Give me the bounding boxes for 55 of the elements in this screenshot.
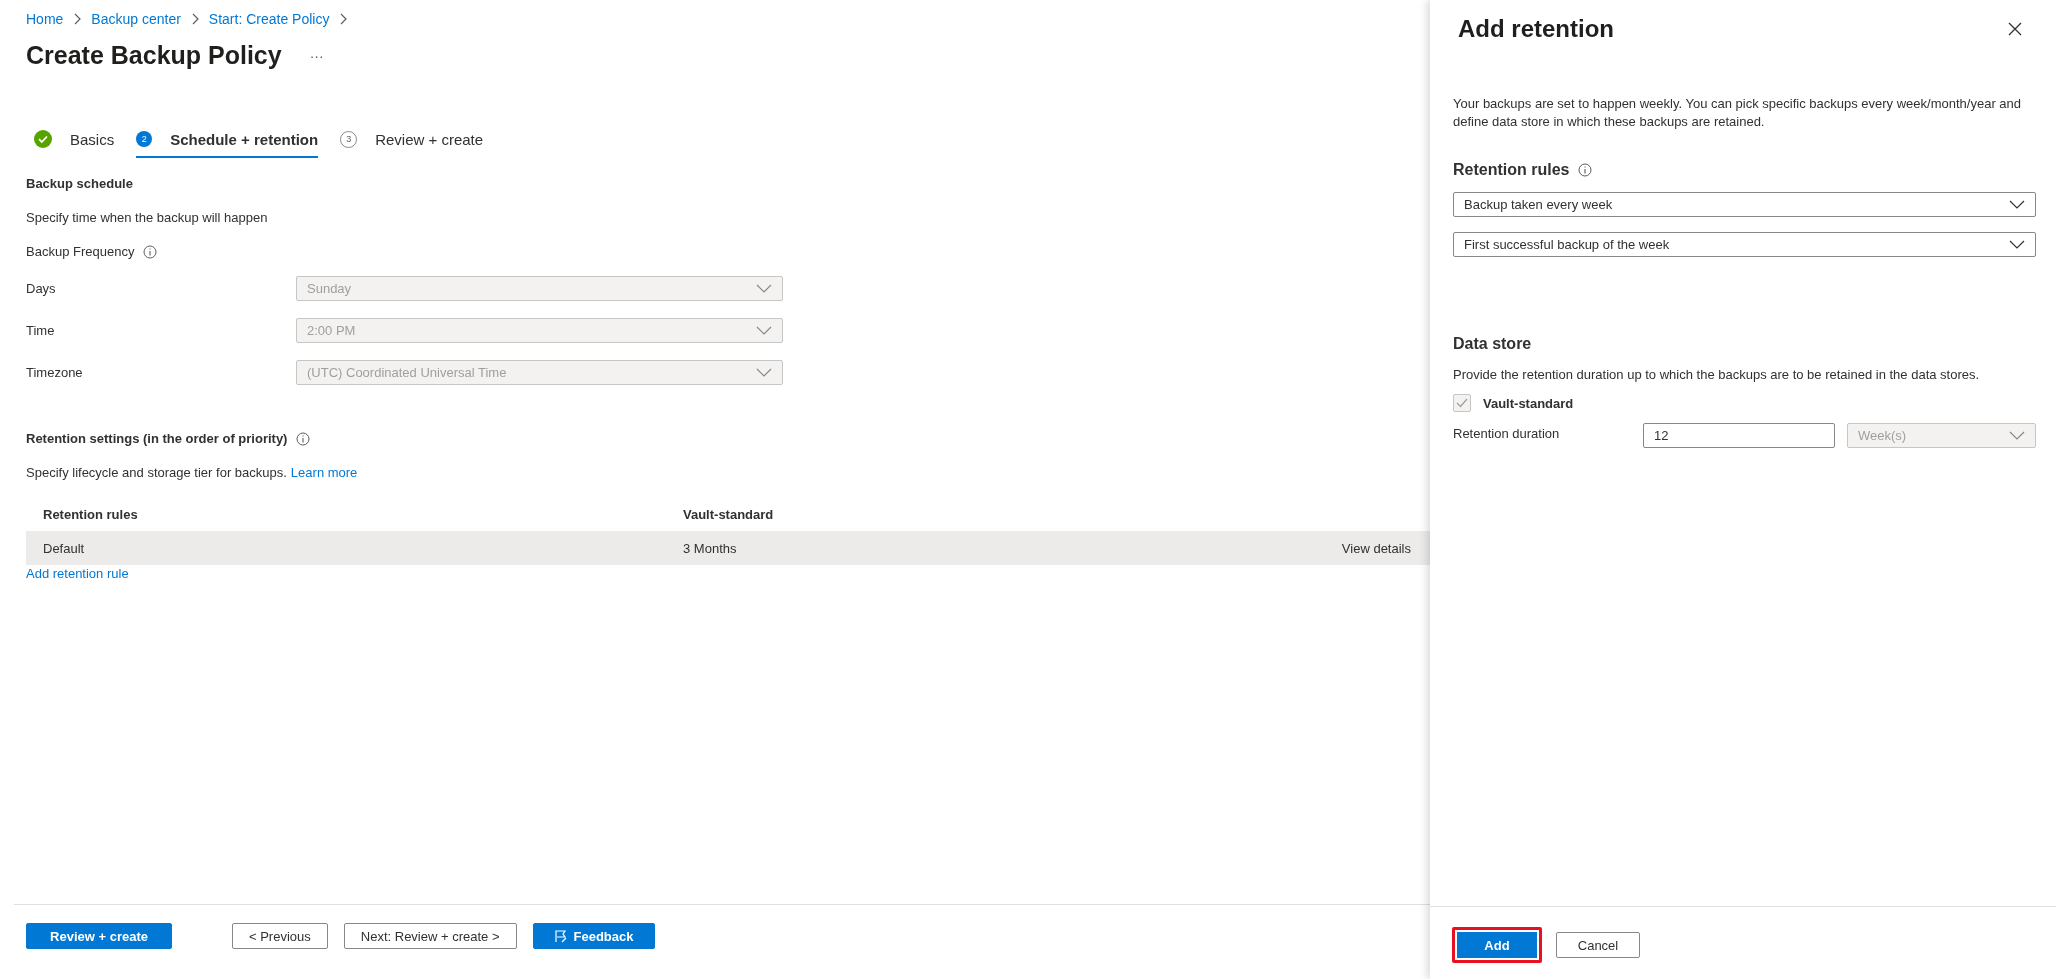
check-circle-icon xyxy=(34,130,52,148)
close-icon xyxy=(2008,22,2022,36)
dropdown[interactable]: Backup taken every week xyxy=(1453,192,2036,217)
review-create-button[interactable]: Review + create xyxy=(26,923,172,949)
view-details-link[interactable]: View details xyxy=(1341,540,1411,556)
section-heading: Retention rules xyxy=(1453,161,1570,179)
panel-title: Add retention xyxy=(1458,15,1614,43)
description-text: Provide the retention duration up to which the backups are to be retained in the data stores. xyxy=(1453,367,1981,382)
info-icon xyxy=(1578,163,1593,177)
breadcrumb-link[interactable]: Backup center xyxy=(91,11,181,27)
step-number: 2 xyxy=(136,131,153,147)
chevron-right-icon xyxy=(190,13,199,25)
description-text: Specify time when the backup will happen xyxy=(26,210,269,225)
description-text: Specify lifecycle and storage tier for backups. xyxy=(26,465,287,480)
table-row[interactable]: Default 3 Months View details xyxy=(26,531,1430,565)
breadcrumb-link[interactable]: Start: Create Policy xyxy=(208,11,330,27)
add-button[interactable]: Add xyxy=(1452,927,1542,963)
feedback-button[interactable]: Feedback xyxy=(532,923,655,949)
field-label: Time xyxy=(26,323,56,338)
field-label: Days xyxy=(26,281,57,296)
chevron-right-icon xyxy=(339,13,348,25)
chevron-down-icon xyxy=(2009,239,2025,250)
cancel-button[interactable]: Cancel xyxy=(1556,932,1640,958)
chevron-down-icon xyxy=(2009,430,2025,441)
section-heading: Data store xyxy=(1453,335,1533,353)
info-icon xyxy=(143,244,158,259)
column-header: Vault-standard xyxy=(683,506,775,522)
section-heading: Retention settings (in the order of priority) xyxy=(26,431,288,446)
field-label: Retention duration xyxy=(1453,425,1561,441)
chevron-right-icon xyxy=(73,13,82,25)
chevron-down-icon xyxy=(756,367,772,378)
nav-button[interactable]: Next: Review + create > xyxy=(343,923,517,949)
breadcrumb-link[interactable]: Home xyxy=(26,11,64,27)
step-tab[interactable]: 3 Review + create xyxy=(340,124,484,158)
duration-input-field[interactable]: 12 xyxy=(1643,423,1835,448)
field-label: Timezone xyxy=(26,365,84,380)
step-tab[interactable]: Basics xyxy=(34,124,115,158)
chevron-down-icon xyxy=(756,283,772,294)
chevron-down-icon xyxy=(756,325,772,336)
chevron-down-icon xyxy=(2009,199,2025,210)
section-heading: Backup schedule xyxy=(26,176,134,191)
learn-more-link[interactable]: Learn more xyxy=(290,465,358,480)
feedback-icon xyxy=(553,929,568,943)
more-button[interactable]: ··· xyxy=(309,47,324,64)
page-title: Create Backup Policy xyxy=(26,41,282,70)
dropdown[interactable]: First successful backup of the week xyxy=(1453,232,2036,257)
field-label: Backup Frequency xyxy=(26,244,135,259)
add-rule-link[interactable]: Add retention rule xyxy=(26,566,129,581)
nav-button[interactable]: < Previous xyxy=(232,923,328,949)
column-header: Retention rules xyxy=(43,506,139,522)
description-text: Your backups are set to happen weekly. You can pick specific backups every week/month/year and define data store in which these backups are retained. xyxy=(1453,95,2022,131)
step-tab[interactable]: 2 Schedule + retention xyxy=(136,124,319,158)
checkbox-label: Vault-standard xyxy=(1483,395,1574,411)
info-icon xyxy=(296,431,311,446)
check-icon xyxy=(1456,398,1468,408)
